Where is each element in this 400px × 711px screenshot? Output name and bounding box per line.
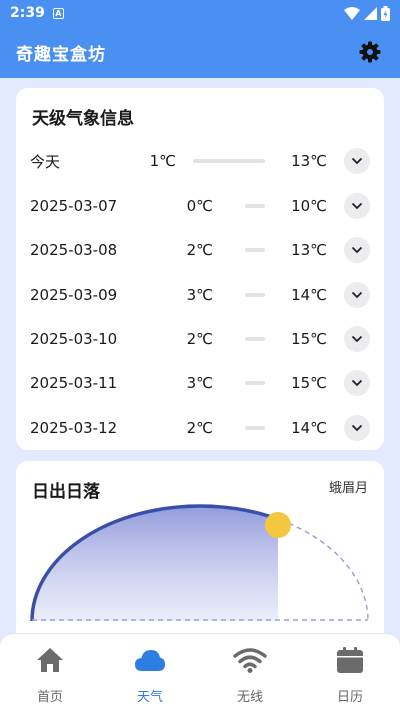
forecast-row-today: 今天 1℃ 13℃: [16, 139, 384, 183]
wifi-icon: [233, 648, 267, 673]
forecast-low: 0℃: [186, 197, 213, 215]
forecast-high: 13℃: [291, 241, 327, 259]
forecast-row: 2025-03-11 3℃ 15℃: [16, 361, 384, 405]
daily-forecast-card: 天级气象信息 今天 1℃ 13℃ 2025-03-07 0℃ 10℃ 2025-…: [16, 88, 384, 450]
forecast-low: 2℃: [186, 241, 213, 259]
nav-label: 日历: [336, 690, 363, 705]
forecast-day: 2025-03-10: [30, 330, 118, 348]
forecast-day: 2025-03-11: [30, 374, 118, 392]
forecast-high: 14℃: [291, 419, 327, 437]
nav-item-wireless[interactable]: 无线: [200, 634, 300, 711]
chevron-down-icon: [351, 379, 363, 387]
battery-icon: [381, 5, 390, 21]
temperature-range-bar: [245, 337, 265, 341]
sun-icon: [265, 512, 291, 538]
app-title: 奇趣宝盒坊: [16, 44, 106, 65]
chevron-down-icon: [351, 335, 363, 343]
forecast-high: 15℃: [291, 330, 327, 348]
forecast-title: 天级气象信息: [32, 109, 134, 129]
forecast-row: 2025-03-10 2℃ 15℃: [16, 317, 384, 361]
bottom-navigation: 首页 天气 无线 日历: [0, 633, 400, 711]
home-icon: [37, 648, 63, 672]
chevron-down-icon: [351, 202, 363, 210]
expand-button[interactable]: [344, 370, 370, 396]
forecast-low: 3℃: [186, 286, 213, 304]
forecast-high: 10℃: [291, 197, 327, 215]
expand-button[interactable]: [344, 415, 370, 441]
forecast-day: 2025-03-09: [30, 286, 118, 304]
temperature-range-bar: [245, 426, 265, 430]
chevron-down-icon: [351, 424, 363, 432]
forecast-low: 3℃: [186, 374, 213, 392]
nav-item-home[interactable]: 首页: [0, 634, 100, 711]
expand-button[interactable]: [344, 148, 370, 174]
status-time: 2:39: [10, 5, 45, 21]
forecast-day: 2025-03-12: [30, 419, 118, 437]
status-indicators: [344, 5, 390, 21]
nav-label: 首页: [36, 690, 63, 705]
expand-button[interactable]: [344, 282, 370, 308]
forecast-row: 2025-03-12 2℃ 14℃: [16, 406, 384, 450]
chevron-down-icon: [351, 246, 363, 254]
nav-item-weather[interactable]: 天气: [100, 634, 200, 711]
temperature-range-bar: [193, 159, 265, 163]
expand-button[interactable]: [344, 237, 370, 263]
temperature-range-bar: [245, 293, 265, 297]
nav-label: 无线: [236, 690, 263, 705]
chevron-down-icon: [351, 291, 363, 299]
nav-item-calendar[interactable]: 日历: [300, 634, 400, 711]
temperature-range-bar: [245, 381, 265, 385]
gear-icon: [359, 41, 381, 63]
forecast-day: 2025-03-08: [30, 241, 118, 259]
forecast-low: 2℃: [186, 419, 213, 437]
chevron-down-icon: [351, 157, 363, 165]
expand-button[interactable]: [344, 326, 370, 352]
temperature-range-bar: [245, 248, 265, 252]
forecast-high: 13℃: [291, 152, 327, 170]
daylight-elapsed-area: [32, 506, 278, 621]
cloud-icon: [135, 650, 165, 671]
forecast-day: 今天: [30, 152, 61, 171]
notification-icon: A: [52, 7, 64, 19]
forecast-row: 2025-03-08 2℃ 13℃: [16, 228, 384, 272]
status-bar: 2:39 A: [0, 0, 400, 26]
settings-button[interactable]: [356, 38, 384, 66]
expand-button[interactable]: [344, 193, 370, 219]
forecast-row: 2025-03-07 0℃ 10℃: [16, 184, 384, 228]
temperature-range-bar: [245, 204, 265, 208]
forecast-day: 2025-03-07: [30, 197, 118, 215]
app-bar: 奇趣宝盒坊: [0, 26, 400, 78]
forecast-row: 2025-03-09 3℃ 14℃: [16, 273, 384, 317]
forecast-high: 14℃: [291, 286, 327, 304]
cell-signal-icon: [364, 6, 377, 20]
forecast-high: 15℃: [291, 374, 327, 392]
calendar-icon: [337, 647, 363, 673]
nav-label: 天气: [136, 690, 163, 705]
wifi-signal-icon: [344, 6, 360, 20]
forecast-low: 2℃: [186, 330, 213, 348]
forecast-low: 1℃: [149, 152, 176, 170]
